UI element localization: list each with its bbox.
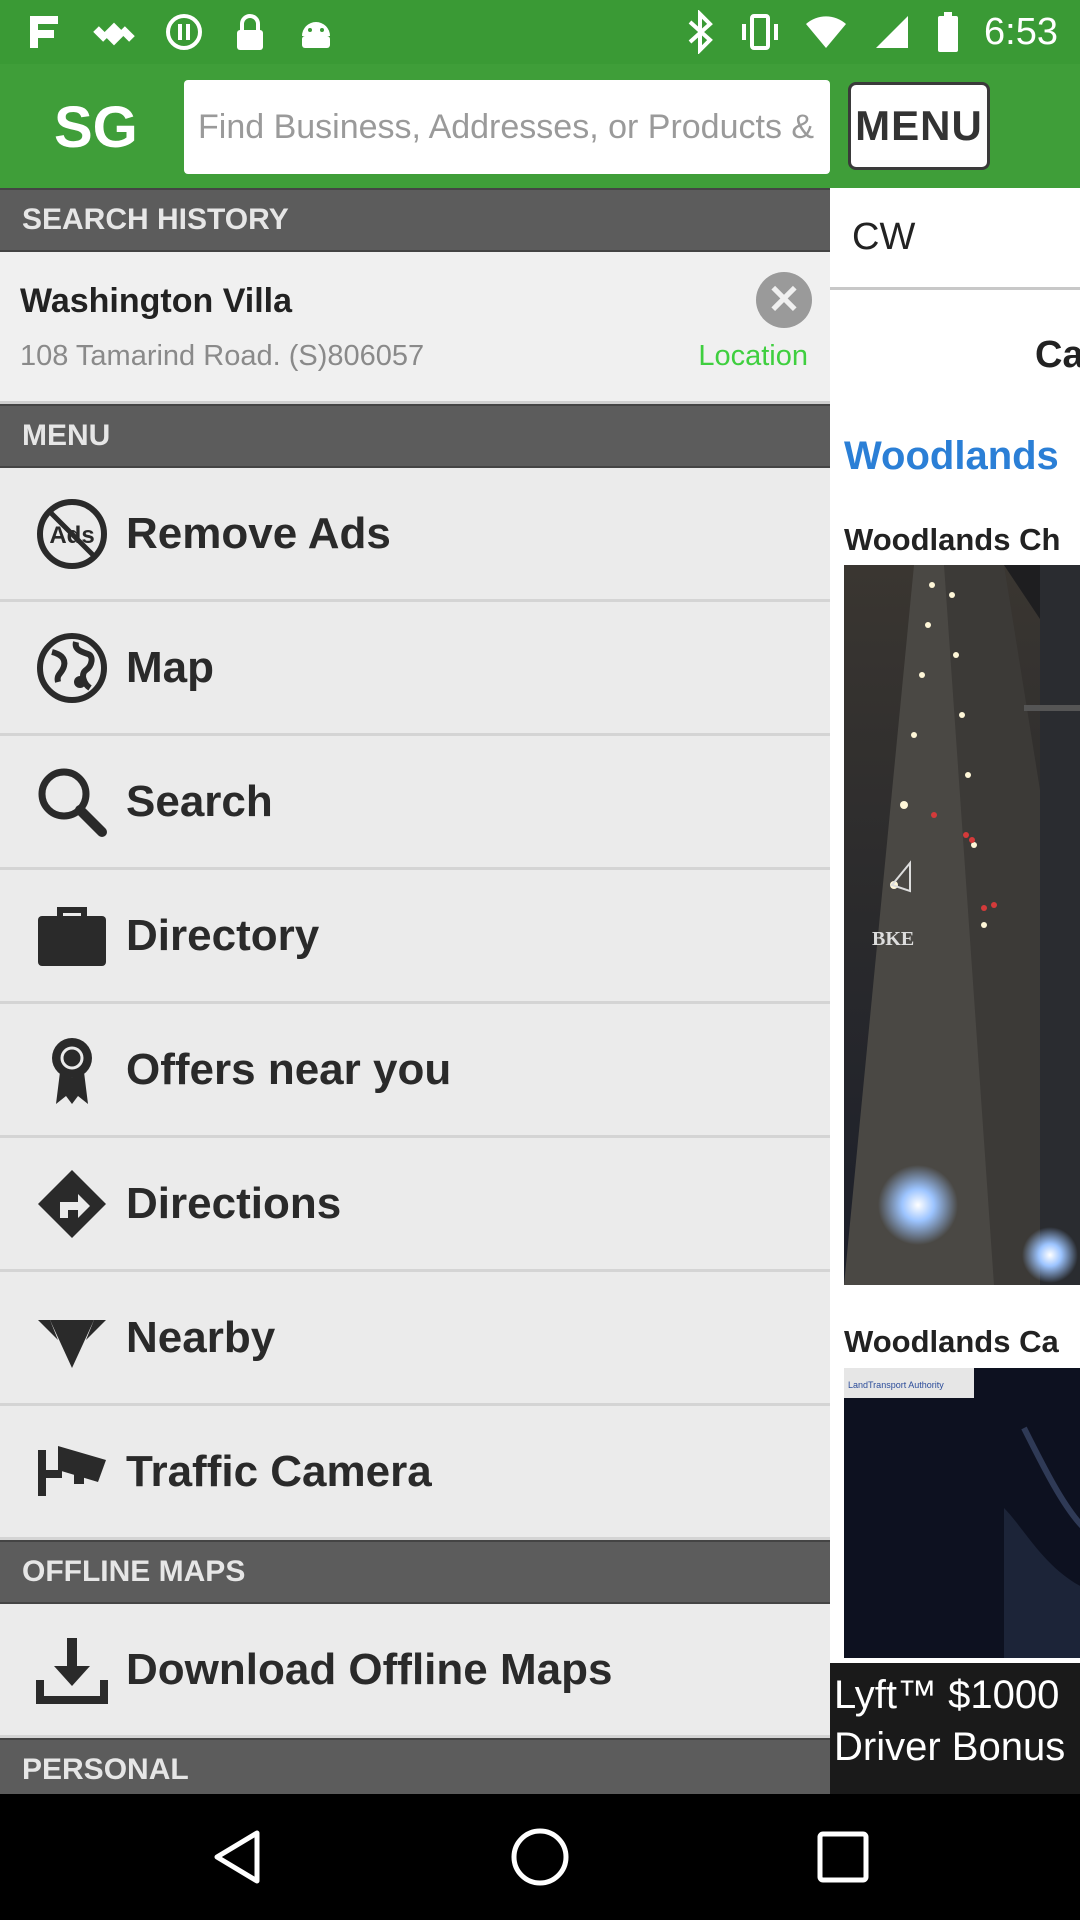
bluetooth-icon (688, 10, 713, 54)
menu-item-remove-ads[interactable]: Ads Remove Ads (0, 468, 830, 602)
home-icon[interactable] (507, 1824, 573, 1890)
briefcase-icon (36, 900, 108, 972)
navigation-drawer: SEARCH HISTORY Washington Villa 108 Tama… (0, 188, 830, 1794)
page-title: Ca (1035, 334, 1080, 376)
download-icon (36, 1634, 108, 1706)
no-ads-icon: Ads (36, 498, 108, 570)
menu-item-label: Directions (126, 1178, 342, 1228)
menu-button[interactable]: MENU (848, 82, 990, 170)
search-icon (36, 766, 108, 838)
cctv-camera-icon (36, 1436, 108, 1508)
background-content-panel: CW Ca Woodlands Woodlands Ch BKE Woodlan… (830, 188, 1080, 1794)
camera-sign-text: BKE (872, 928, 914, 950)
ad-text-line: Lyft™ $1000 (834, 1673, 1060, 1717)
menu-item-download-offline-maps[interactable]: Download Offline Maps (0, 1604, 830, 1738)
search-input[interactable] (184, 80, 830, 174)
status-right-icons: 6:53 (686, 10, 1058, 54)
search-history-header: SEARCH HISTORY (0, 188, 830, 252)
menu-item-label: Directory (126, 910, 320, 960)
close-icon[interactable]: ✕ (756, 272, 812, 328)
system-navigation-bar (0, 1794, 1080, 1920)
app-header: SG MENU (0, 64, 1080, 188)
menu-item-label: Offers near you (126, 1044, 452, 1094)
menu-item-label: Remove Ads (126, 508, 391, 558)
globe-icon (36, 632, 108, 704)
menu-header: MENU (0, 404, 830, 468)
menu-item-label: Download Offline Maps (126, 1644, 613, 1694)
pause-icon (166, 14, 202, 50)
history-item-title: Washington Villa (20, 282, 293, 320)
battery-icon (938, 12, 959, 52)
menu-item-label: Nearby (126, 1312, 276, 1362)
menu-item-label: Search (126, 776, 273, 826)
nearby-arrows-icon (36, 1302, 108, 1374)
vibrate-icon (742, 14, 779, 50)
lock-icon (237, 14, 263, 50)
wifi-icon (806, 16, 847, 48)
query-text[interactable]: CW (830, 188, 1080, 290)
camera-label: Woodlands Ch (844, 522, 1061, 557)
status-bar: 6:53 (0, 0, 1080, 64)
fake-gps-icon (93, 22, 135, 46)
area-heading[interactable]: Woodlands (844, 434, 1059, 479)
personal-header: PERSONAL (0, 1738, 830, 1794)
recent-apps-icon[interactable] (810, 1824, 876, 1890)
traffic-camera-image[interactable]: BKE (844, 565, 1080, 1285)
history-item-address: 108 Tamarind Road. (S)806057 (20, 340, 425, 372)
menu-item-label: Map (126, 642, 214, 692)
menu-item-traffic-camera[interactable]: Traffic Camera (0, 1406, 830, 1540)
menu-item-label: Traffic Camera (126, 1446, 432, 1496)
history-item-location-link[interactable]: Location (698, 340, 808, 373)
app-logo: SG (54, 95, 138, 160)
menu-item-offers[interactable]: Offers near you (0, 1004, 830, 1138)
app-notification-icon (30, 16, 58, 48)
camera-label: Woodlands Ca (844, 1324, 1059, 1359)
ad-text-line: Driver Bonus (834, 1725, 1066, 1769)
signal-icon (876, 16, 909, 48)
ad-banner[interactable]: Lyft™ $1000 Driver Bonus (830, 1663, 1080, 1794)
status-time: 6:53 (984, 10, 1058, 53)
status-left-icons (24, 12, 336, 56)
menu-item-map[interactable]: Map (0, 602, 830, 736)
menu-item-directions[interactable]: Directions (0, 1138, 830, 1272)
award-ribbon-icon (36, 1034, 108, 1106)
android-icon (302, 22, 330, 48)
menu-item-search[interactable]: Search (0, 736, 830, 870)
menu-item-nearby[interactable]: Nearby (0, 1272, 830, 1406)
offline-maps-header: OFFLINE MAPS (0, 1540, 830, 1604)
back-icon[interactable] (204, 1824, 270, 1890)
traffic-camera-image[interactable]: LandTransport Authority (844, 1368, 1080, 1658)
history-item[interactable]: Washington Villa 108 Tamarind Road. (S)8… (0, 252, 830, 404)
menu-item-directory[interactable]: Directory (0, 870, 830, 1004)
search-box[interactable] (184, 80, 830, 174)
camera-logo-text: LandTransport Authority (848, 1380, 944, 1390)
directions-sign-icon (36, 1168, 108, 1240)
